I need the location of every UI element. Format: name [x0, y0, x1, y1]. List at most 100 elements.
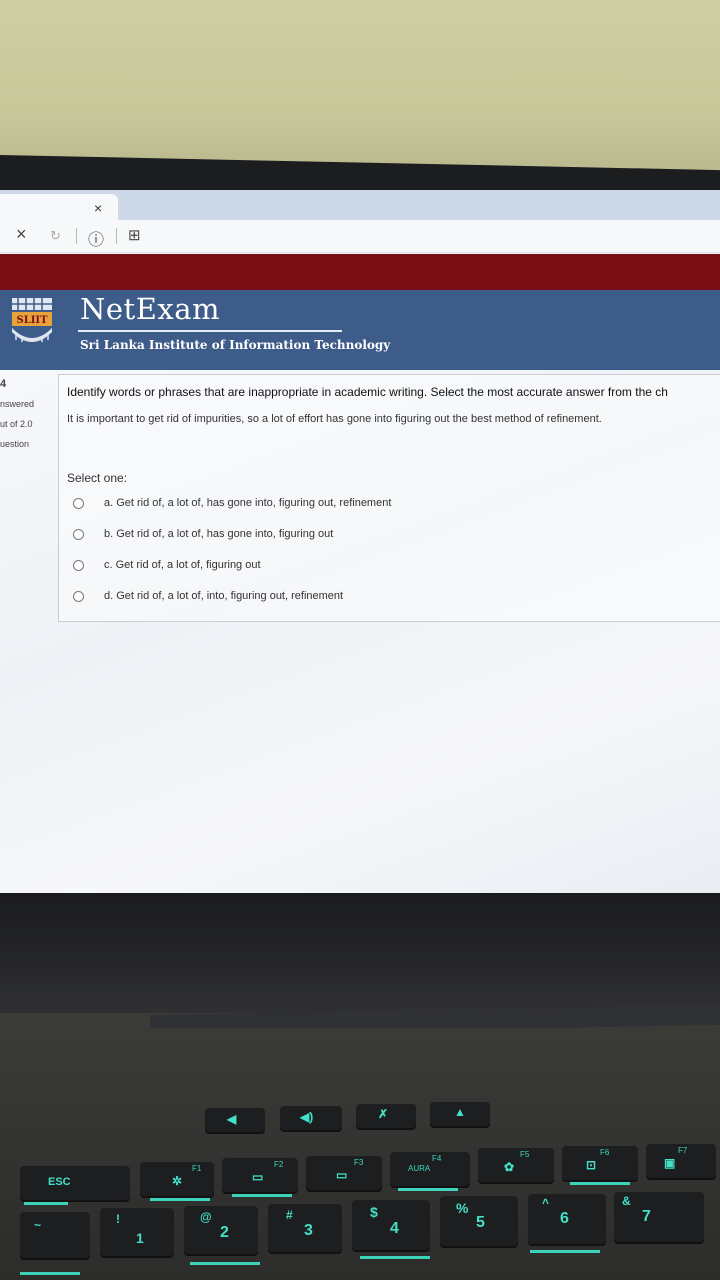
- f7-key[interactable]: F7 ▣: [646, 1144, 716, 1178]
- tilde-key[interactable]: ~: [20, 1212, 90, 1258]
- mic-mute-icon: ✗: [378, 1107, 389, 1121]
- key-symbol: &: [622, 1194, 631, 1208]
- key-2[interactable]: @ 2: [184, 1206, 258, 1254]
- f4-label: F4: [432, 1154, 442, 1163]
- f3-key[interactable]: F3 ▭: [306, 1156, 382, 1190]
- key-6[interactable]: ^ 6: [528, 1194, 606, 1244]
- sliit-logo: SLIIT: [12, 298, 52, 342]
- f5-key[interactable]: F5 ✿: [478, 1148, 554, 1182]
- key-backlight: [360, 1256, 430, 1259]
- sleep-icon: ✲: [172, 1174, 183, 1188]
- f1-key[interactable]: F1 ✲: [140, 1162, 214, 1196]
- fan-icon: ✿: [504, 1160, 515, 1174]
- key-backlight: [398, 1188, 458, 1191]
- brand-name: NetExam: [80, 292, 221, 326]
- key-backlight: [232, 1194, 292, 1197]
- question-marks: ut of 2.0: [0, 419, 33, 429]
- key-backlight: [530, 1250, 600, 1253]
- answer-option-b[interactable]: b. Get rid of, a lot of, has gone into, …: [73, 528, 333, 548]
- key-number: 4: [390, 1220, 399, 1237]
- svg-text:SLIIT: SLIIT: [16, 315, 48, 326]
- select-one-label: Select one:: [67, 471, 128, 485]
- answer-option-c[interactable]: c. Get rid of, a lot of, figuring out: [73, 559, 261, 579]
- tab-close-icon[interactable]: ×: [94, 200, 102, 216]
- volume-down-key[interactable]: ◀: [205, 1108, 265, 1132]
- f1-label: F1: [192, 1164, 202, 1173]
- triangle-icon: ▲: [454, 1105, 466, 1119]
- key-symbol: ^: [542, 1196, 550, 1210]
- radio-button[interactable]: [73, 497, 84, 509]
- question-info: 4 nswered ut of 2.0 uestion: [0, 374, 46, 454]
- tilde-label: ~: [34, 1218, 42, 1232]
- key-7[interactable]: & 7: [614, 1192, 704, 1242]
- f6-label: F6: [600, 1148, 610, 1157]
- radio-button[interactable]: [73, 528, 84, 540]
- top-banner: [0, 254, 720, 290]
- question-sentence: It is important to get rid of impurities…: [67, 413, 602, 425]
- f5-label: F5: [520, 1150, 530, 1159]
- screenshot-icon: ⊡: [586, 1158, 597, 1172]
- key-backlight: [190, 1262, 260, 1265]
- institute-name: Sri Lanka Institute of Information Techn…: [80, 338, 391, 352]
- key-3[interactable]: # 3: [268, 1204, 342, 1252]
- brand-underline: [78, 330, 342, 332]
- answer-label: b. Get rid of, a lot of, has gone into, …: [104, 528, 334, 540]
- separator: [116, 228, 117, 244]
- f3-label: F3: [354, 1158, 364, 1167]
- armoury-key[interactable]: ▲: [430, 1102, 490, 1126]
- browser-tab[interactable]: ×: [0, 194, 118, 220]
- answer-label: a. Get rid of, a lot of, has gone into, …: [104, 497, 392, 509]
- key-backlight: [150, 1198, 210, 1201]
- mic-mute-key[interactable]: ✗: [356, 1104, 416, 1128]
- esc-label: ESC: [48, 1176, 71, 1188]
- key-symbol: @: [200, 1210, 212, 1224]
- question-text: Identify words or phrases that are inapp…: [67, 385, 668, 399]
- f2-label: F2: [274, 1160, 284, 1169]
- display-icon: ▣: [664, 1156, 676, 1170]
- info-icon[interactable]: ⓘ: [88, 226, 104, 250]
- esc-key[interactable]: ESC: [20, 1166, 130, 1200]
- page-icon[interactable]: ⊞: [128, 226, 141, 244]
- key-4[interactable]: $ 4: [352, 1200, 430, 1250]
- key-number: 2: [220, 1224, 229, 1241]
- laptop-screen: e × × ↻ ⓘ ⊞ SLIIT NetExam: [0, 190, 720, 895]
- key-1[interactable]: ! 1: [100, 1208, 174, 1256]
- refresh-icon[interactable]: ↻: [50, 228, 61, 244]
- site-header: SLIIT NetExam Sri Lanka Institute of Inf…: [0, 290, 720, 370]
- key-backlight: [24, 1202, 68, 1205]
- f2-key[interactable]: F2 ▭: [222, 1158, 298, 1192]
- speaker-loud-icon: ◀): [300, 1110, 314, 1124]
- key-symbol: %: [456, 1200, 469, 1216]
- answer-label: c. Get rid of, a lot of, figuring out: [104, 559, 261, 571]
- keyboard-deck: ◀ ◀) ✗ ▲ ESC F1 ✲ F2 ▭ F3 ▭ F4 AURA F5 ✿…: [0, 1028, 720, 1280]
- f7-label: F7: [678, 1146, 688, 1155]
- key-symbol: #: [286, 1208, 293, 1222]
- quiz-content: 4 nswered ut of 2.0 uestion Identify wor…: [0, 370, 720, 895]
- key-number: 5: [476, 1214, 485, 1231]
- f4-key[interactable]: F4 AURA: [390, 1152, 470, 1186]
- answer-label: d. Get rid of, a lot of, into, figuring …: [104, 590, 344, 602]
- volume-up-key[interactable]: ◀): [280, 1106, 342, 1130]
- question-status: nswered: [0, 399, 35, 409]
- laptop-bottom-bezel: [0, 893, 720, 1013]
- radio-button[interactable]: [73, 590, 84, 602]
- flag-question-link[interactable]: uestion: [0, 434, 46, 454]
- radio-button[interactable]: [73, 559, 84, 571]
- f6-key[interactable]: F6 ⊡: [562, 1146, 638, 1180]
- browser-tab-strip: e ×: [0, 190, 720, 220]
- key-5[interactable]: % 5: [440, 1196, 518, 1246]
- aura-label: AURA: [408, 1164, 431, 1173]
- key-symbol: !: [116, 1212, 120, 1226]
- key-number: 7: [642, 1208, 651, 1225]
- question-number: 4: [0, 378, 7, 390]
- keyboard-light-up-icon: ▭: [336, 1168, 348, 1182]
- answer-option-a[interactable]: a. Get rid of, a lot of, has gone into, …: [73, 497, 391, 517]
- stop-icon[interactable]: ×: [16, 224, 27, 245]
- answer-option-d[interactable]: d. Get rid of, a lot of, into, figuring …: [73, 590, 343, 610]
- key-number: 1: [136, 1230, 144, 1246]
- key-symbol: $: [370, 1204, 378, 1220]
- key-backlight: [20, 1272, 80, 1275]
- address-bar: × ↻ ⓘ ⊞: [0, 220, 720, 253]
- keyboard-light-down-icon: ▭: [252, 1170, 264, 1184]
- speaker-icon: ◀: [227, 1112, 237, 1126]
